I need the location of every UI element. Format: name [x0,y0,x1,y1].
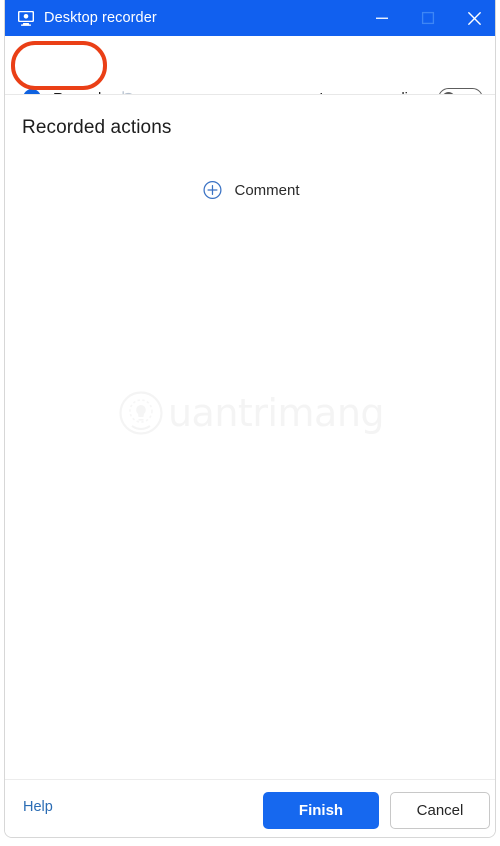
title-bar-left: Desktop recorder [17,0,157,36]
finish-button[interactable]: Finish [263,792,379,829]
cancel-button[interactable]: Cancel [390,792,490,829]
watermark-logo-icon [118,390,164,436]
desktop-recorder-window: Desktop recorder Recorded actions Commen… [4,0,496,838]
page-title: Recorded actions [22,117,172,138]
close-icon[interactable] [451,0,495,36]
window-title: Desktop recorder [44,10,157,26]
footer-bar: Help Finish Cancel [5,780,495,837]
monitor-icon [17,9,35,27]
content-area: Recorded actions Comment uantrimang [5,95,495,779]
minimize-icon[interactable] [359,0,405,36]
toolbar: Record Reset Image recording [5,36,495,109]
watermark-text: uantrimang [167,391,385,435]
plus-circle-icon [202,180,222,200]
title-bar: Desktop recorder [5,0,495,36]
maximize-icon[interactable] [405,0,451,36]
add-comment-button[interactable]: Comment [202,180,300,200]
add-comment-label: Comment [234,181,300,199]
watermark: uantrimang [118,390,385,436]
help-link[interactable]: Help [23,799,53,815]
